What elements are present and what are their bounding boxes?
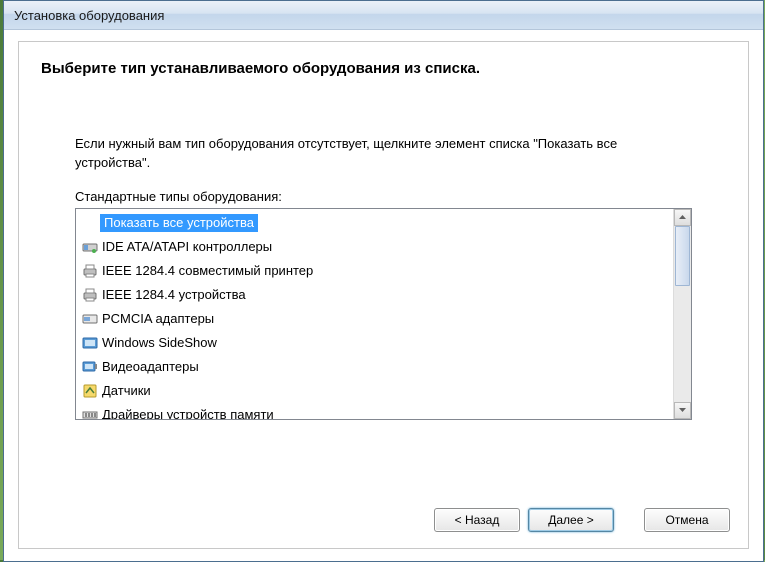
next-button[interactable]: Далее > — [528, 508, 614, 532]
printer-icon — [82, 287, 98, 303]
list-item-label: Windows SideShow — [100, 334, 219, 351]
list-item-label: IEEE 1284.4 совместимый принтер — [100, 262, 315, 279]
list-item[interactable]: PCMCIA адаптеры — [80, 307, 673, 331]
scroll-down-button[interactable] — [674, 402, 691, 419]
chevron-down-icon — [679, 408, 686, 412]
ide-icon — [82, 239, 98, 255]
list-item-label: IEEE 1284.4 устройства — [100, 286, 248, 303]
list-item[interactable]: Датчики — [80, 379, 673, 403]
back-button[interactable]: < Назад — [434, 508, 520, 532]
wizard-window: Установка оборудования Выберите тип уста… — [3, 0, 764, 562]
list-item[interactable]: Показать все устройства — [80, 211, 673, 235]
list-item-label: Показать все устройства — [100, 214, 258, 232]
scroll-thumb[interactable] — [675, 226, 690, 286]
pcmcia-icon — [82, 311, 98, 327]
list-item[interactable]: IEEE 1284.4 совместимый принтер — [80, 259, 673, 283]
page-heading: Выберите тип устанавливаемого оборудован… — [19, 42, 748, 77]
scroll-up-button[interactable] — [674, 209, 691, 226]
wizard-panel: Выберите тип устанавливаемого оборудован… — [18, 41, 749, 549]
hardware-type-listbox[interactable]: Показать все устройства IDE ATA/ATAPI кон… — [75, 208, 692, 420]
list-item[interactable]: IDE ATA/ATAPI контроллеры — [80, 235, 673, 259]
sideshow-icon — [82, 335, 98, 351]
list-inner: Показать все устройства IDE ATA/ATAPI кон… — [76, 209, 673, 419]
content-area: Если нужный вам тип оборудования отсутст… — [19, 77, 748, 420]
sensor-icon — [82, 383, 98, 399]
printer-icon — [82, 263, 98, 279]
window-title: Установка оборудования — [14, 8, 164, 23]
button-row: < Назад Далее > Отмена — [434, 508, 730, 532]
chevron-up-icon — [679, 215, 686, 219]
titlebar[interactable]: Установка оборудования — [4, 1, 763, 30]
button-gap — [622, 508, 636, 532]
cancel-button[interactable]: Отмена — [644, 508, 730, 532]
list-item[interactable]: Видеоадаптеры — [80, 355, 673, 379]
list-item-label: PCMCIA адаптеры — [100, 310, 216, 327]
list-label: Стандартные типы оборудования: — [75, 189, 692, 204]
list-item[interactable]: Windows SideShow — [80, 331, 673, 355]
scrollbar[interactable] — [673, 209, 691, 419]
hint-text: Если нужный вам тип оборудования отсутст… — [75, 135, 692, 173]
video-icon — [82, 359, 98, 375]
list-item-label: Видеоадаптеры — [100, 358, 201, 375]
all-icon — [82, 215, 98, 231]
list-item[interactable]: Драйверы устройств памяти — [80, 403, 673, 419]
list-item[interactable]: IEEE 1284.4 устройства — [80, 283, 673, 307]
memory-icon — [82, 407, 98, 419]
list-item-label: Датчики — [100, 382, 153, 399]
scroll-track[interactable] — [674, 226, 691, 402]
list-item-label: IDE ATA/ATAPI контроллеры — [100, 238, 274, 255]
list-item-label: Драйверы устройств памяти — [100, 406, 276, 419]
